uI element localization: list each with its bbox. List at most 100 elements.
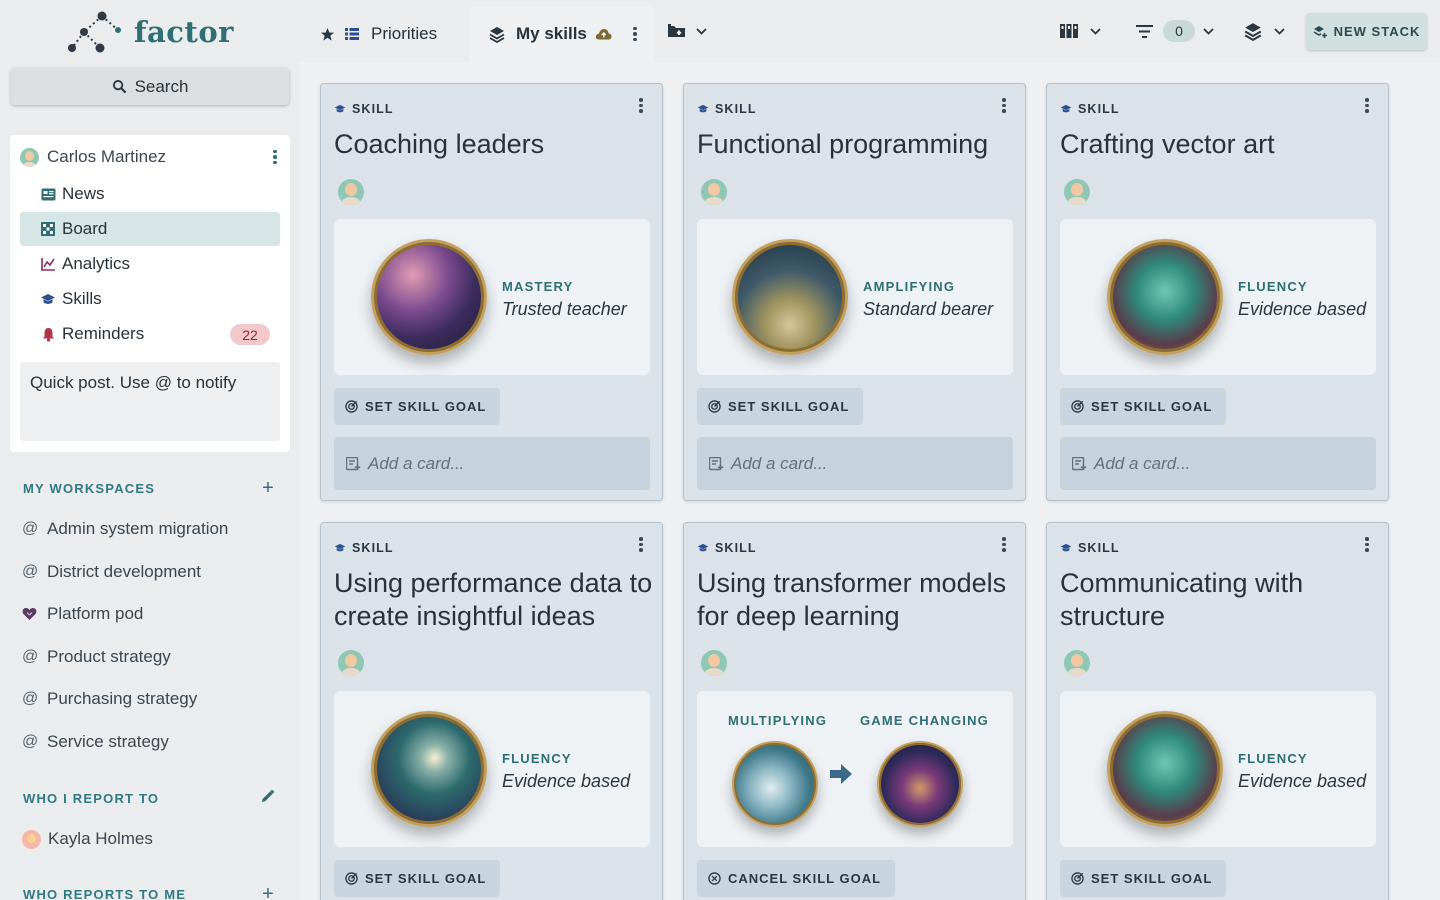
tab-priorities[interactable]: Priorities [320, 6, 451, 62]
list-icon [345, 28, 359, 40]
view-mode-dropdown[interactable] [1060, 16, 1101, 46]
set-skill-goal-button[interactable]: SET SKILL GOAL [697, 388, 864, 425]
level-description: Evidence based [1238, 771, 1367, 791]
card-menu-icon[interactable] [999, 537, 1009, 552]
sidebar-item-reminders[interactable]: Reminders 22 [20, 317, 280, 351]
card-type: SKILL [334, 102, 394, 116]
workspace-label: Product strategy [47, 647, 171, 666]
sidebar-item-label: Board [62, 219, 108, 238]
report-to-item[interactable]: Kayla Holmes [22, 826, 153, 852]
workspace-item[interactable]: @ District development [22, 559, 201, 585]
add-to-stack-dropdown[interactable] [668, 16, 707, 46]
card-type-label: SKILL [1078, 102, 1120, 116]
search-label: Search [134, 76, 189, 96]
avatar [701, 650, 727, 676]
skills-icon [334, 104, 346, 113]
skills-icon [1060, 543, 1072, 552]
chevron-down-icon [1203, 27, 1214, 35]
add-report-icon[interactable]: + [262, 884, 275, 900]
skill-level-panel[interactable]: MASTERY Trusted teacher [334, 219, 650, 375]
tab-menu-icon[interactable] [630, 26, 640, 42]
filter-dropdown[interactable]: 0 [1136, 16, 1214, 46]
workspace-item[interactable]: @ Admin system migration [22, 516, 228, 542]
stack-dropdown[interactable] [1244, 16, 1285, 46]
skill-card[interactable]: SKILL Communicating with structure FLUEN… [1046, 522, 1389, 900]
skill-level-image [732, 741, 818, 827]
card-title: Using performance data to create insight… [334, 568, 653, 631]
card-menu-icon[interactable] [999, 98, 1009, 113]
add-card-placeholder: Add a card... [1094, 453, 1191, 473]
reminders-count-badge: 22 [230, 324, 270, 345]
add-card-input[interactable]: Add a card... [1060, 437, 1376, 490]
set-skill-goal-button[interactable]: SET SKILL GOAL [334, 388, 501, 425]
card-menu-icon[interactable] [1362, 537, 1372, 552]
sidebar-item-news[interactable]: News [20, 177, 280, 211]
user-row[interactable]: Carlos Martinez [20, 145, 280, 169]
avatar [701, 179, 727, 205]
workspace-item[interactable]: @ Purchasing strategy [22, 686, 197, 712]
sidebar-item-label: Skills [62, 289, 102, 308]
card-type-label: SKILL [715, 541, 757, 555]
card-type: SKILL [334, 541, 394, 555]
top-bar: Priorities My skills 0 NEW STACK [300, 0, 1440, 62]
layers-icon [1244, 22, 1262, 41]
skill-card[interactable]: SKILL Using transformer models for deep … [683, 522, 1026, 900]
tab-label: Priorities [371, 24, 438, 43]
skill-level-panel[interactable]: FLUENCY Evidence based [334, 691, 650, 847]
edit-pencil-icon[interactable] [260, 789, 275, 807]
skill-level-panel[interactable]: AMPLIFYING Standard bearer [697, 219, 1013, 375]
new-stack-label: NEW STACK [1333, 24, 1421, 39]
add-card-placeholder: Add a card... [731, 453, 828, 473]
card-type-label: SKILL [1078, 541, 1120, 555]
workspace-item[interactable]: Platform pod [22, 601, 143, 627]
goal-button-label: CANCEL SKILL GOAL [728, 871, 882, 886]
board: SKILL Coaching leaders MASTERY Trusted t… [300, 62, 1440, 900]
level-name: MASTERY [502, 279, 574, 294]
card-type-label: SKILL [352, 541, 394, 555]
at-icon: @ [22, 648, 39, 665]
logo[interactable]: factor [66, 8, 234, 56]
card-type-label: SKILL [352, 102, 394, 116]
analytics-icon [40, 256, 56, 272]
layers-icon [489, 26, 505, 43]
skill-card[interactable]: SKILL Using performance data to create i… [320, 522, 663, 900]
avatar [338, 650, 364, 676]
card-title: Functional programming [697, 129, 989, 159]
card-menu-icon[interactable] [1362, 98, 1372, 113]
avatar [22, 829, 41, 849]
level-name: FLUENCY [1238, 751, 1308, 766]
set-skill-goal-button[interactable]: SET SKILL GOAL [1060, 388, 1227, 425]
set-skill-goal-button[interactable]: SET SKILL GOAL [1060, 860, 1227, 897]
sidebar-item-skills[interactable]: Skills [20, 282, 280, 316]
search-icon [112, 79, 126, 94]
sidebar-item-analytics[interactable]: Analytics [20, 247, 280, 281]
workspace-item[interactable]: @ Product strategy [22, 644, 171, 670]
tab-my-skills[interactable]: My skills [469, 6, 654, 62]
workspace-label: Purchasing strategy [47, 689, 198, 708]
card-menu-icon[interactable] [636, 98, 646, 113]
skill-card[interactable]: SKILL Coaching leaders MASTERY Trusted t… [320, 83, 663, 501]
skills-icon [1060, 104, 1072, 113]
skill-level-panel[interactable]: FLUENCY Evidence based [1060, 691, 1376, 847]
card-menu-icon[interactable] [636, 537, 646, 552]
skill-card[interactable]: SKILL Crafting vector art FLUENCY Eviden… [1046, 83, 1389, 501]
columns-icon [1060, 24, 1078, 38]
quick-post-input[interactable]: Quick post. Use @ to notify [20, 362, 280, 441]
report-to-heading-label: WHO I REPORT TO [23, 790, 160, 806]
cancel-circle-icon [708, 872, 721, 885]
set-skill-goal-button[interactable]: SET SKILL GOAL [334, 860, 501, 897]
add-card-input[interactable]: Add a card... [334, 437, 650, 490]
search-button[interactable]: Search [11, 68, 289, 105]
add-card-input[interactable]: Add a card... [697, 437, 1013, 490]
new-stack-button[interactable]: NEW STACK [1306, 13, 1427, 50]
cancel-skill-goal-button[interactable]: CANCEL SKILL GOAL [697, 860, 896, 897]
filter-count-badge: 0 [1163, 20, 1195, 42]
add-card-icon [709, 456, 724, 470]
skill-card[interactable]: SKILL Functional programming AMPLIFYING … [683, 83, 1026, 501]
workspace-item[interactable]: @ Service strategy [22, 729, 169, 755]
add-workspace-icon[interactable]: + [262, 478, 275, 498]
skill-level-progression[interactable]: MULTIPLYING GAME CHANGING [697, 691, 1013, 847]
user-menu-icon[interactable] [270, 149, 280, 165]
sidebar-item-board[interactable]: Board [20, 212, 280, 246]
skill-level-panel[interactable]: FLUENCY Evidence based [1060, 219, 1376, 375]
